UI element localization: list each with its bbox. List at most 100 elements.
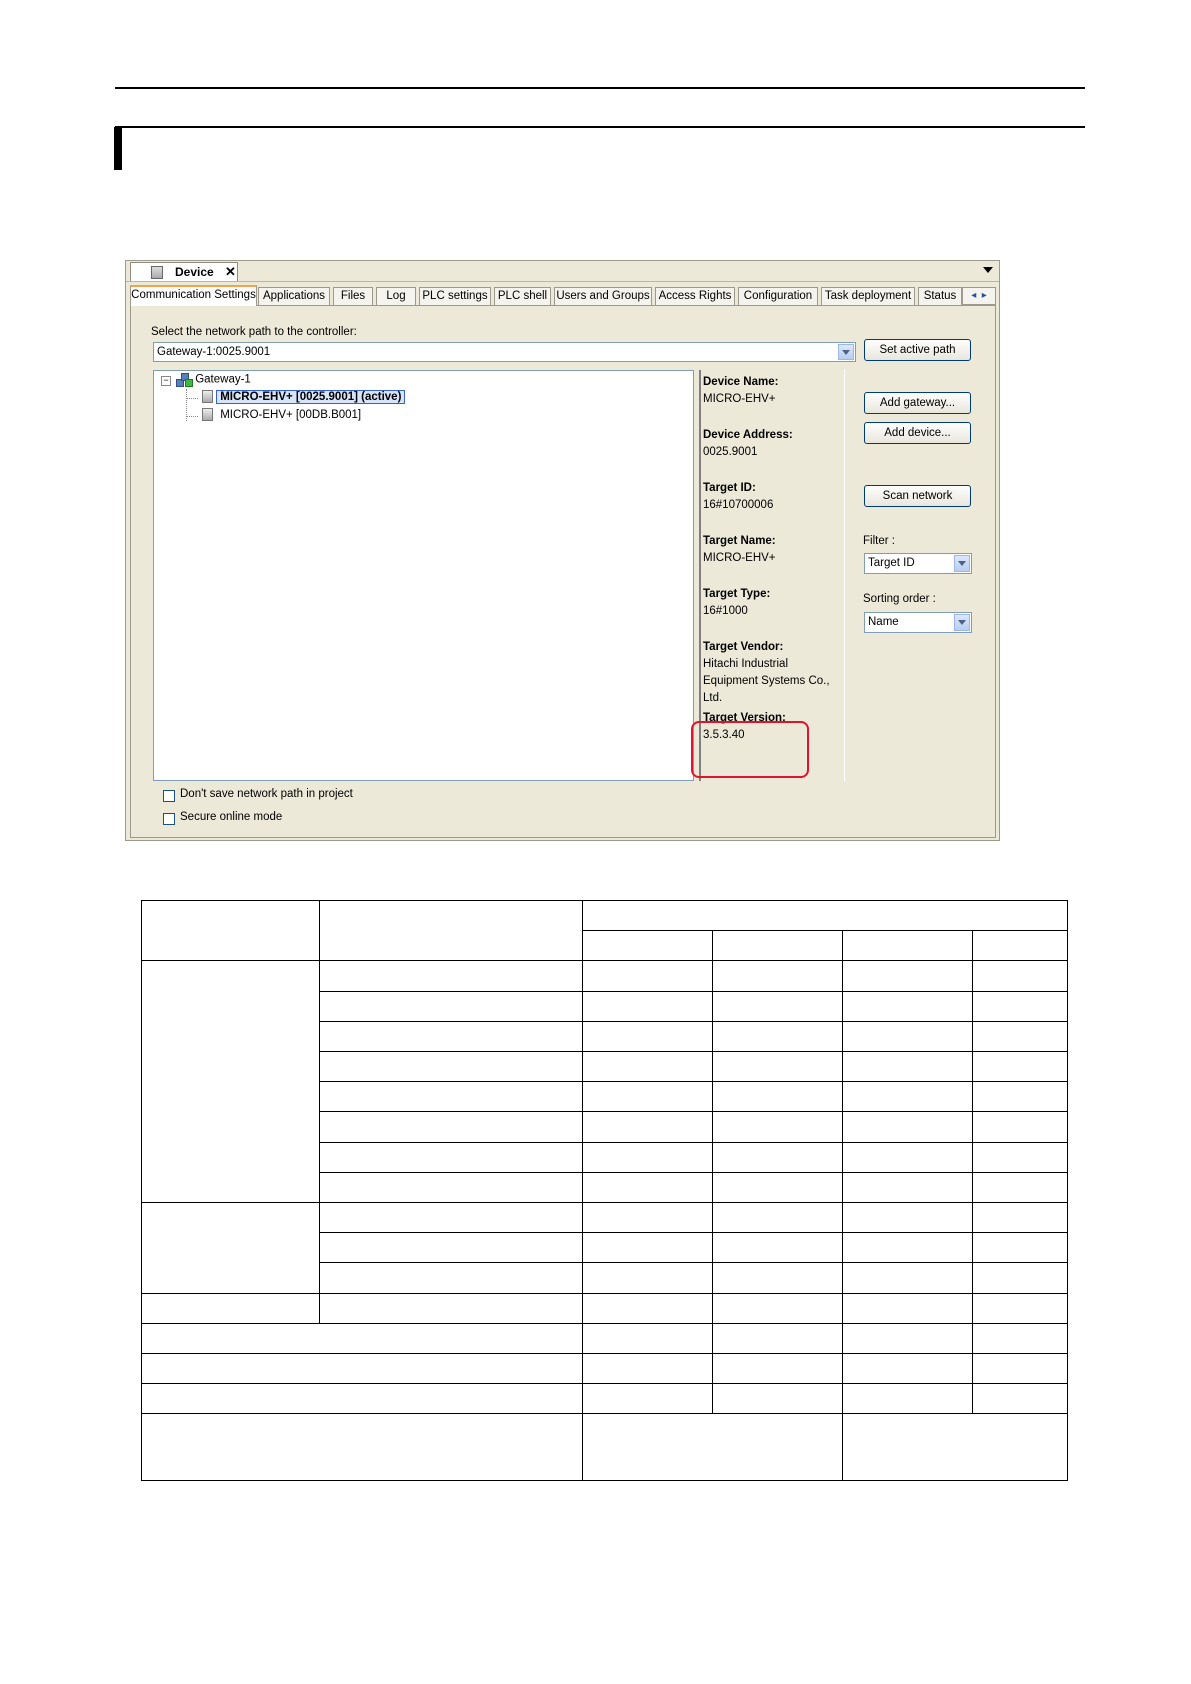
table-cell [972, 1020, 1068, 1053]
table-cell [842, 1292, 973, 1324]
chevron-down-icon[interactable] [954, 614, 970, 631]
tab-plc-settings[interactable]: PLC settings [419, 287, 491, 305]
table-cell [582, 1232, 713, 1264]
table-cell [972, 1171, 1068, 1204]
device-icon [202, 408, 213, 421]
table-cell [712, 930, 843, 962]
table-cell [582, 1051, 713, 1083]
table-cell [972, 1353, 1068, 1385]
collapse-icon[interactable]: − [161, 376, 171, 386]
table-cell [319, 990, 583, 1022]
table-cell [842, 1202, 973, 1234]
table-cell [712, 990, 843, 1022]
table-cell [319, 960, 583, 992]
add-device-button[interactable]: Add device... [864, 422, 971, 444]
set-active-path-button[interactable]: Set active path [864, 339, 971, 361]
table-cell [972, 1081, 1068, 1113]
table-cell [972, 1322, 1068, 1355]
chevron-left-icon[interactable]: ◂ [971, 290, 976, 301]
dont-save-checkbox[interactable] [163, 790, 175, 802]
table-cell [319, 1141, 583, 1173]
tree-node-gateway[interactable]: Gateway-1 [176, 373, 251, 387]
sorting-order-select[interactable]: Name [864, 612, 972, 633]
close-icon[interactable]: ✕ [225, 264, 236, 280]
table-cell [582, 990, 713, 1022]
table-cell [141, 1413, 583, 1481]
table-cell [712, 1081, 843, 1113]
table-cell [582, 1353, 713, 1385]
device-name-value: MICRO-EHV+ [703, 393, 776, 405]
network-path-value: Gateway-1:0025.9001 [157, 346, 271, 358]
chevron-down-icon[interactable] [838, 344, 854, 360]
table-cell [319, 1051, 583, 1083]
device-window: Device ✕ Communication Settings Applicat… [125, 260, 1000, 841]
table-cell [712, 1232, 843, 1264]
filter-select[interactable]: Target ID [864, 553, 972, 574]
tree-node-device-active[interactable]: MICRO-EHV+ [0025.9001] (active) [202, 389, 406, 404]
table-cell [712, 1141, 843, 1173]
tab-configuration[interactable]: Configuration [738, 287, 818, 305]
filter-label: Filter : [863, 535, 895, 547]
table-cell [582, 1202, 713, 1234]
secure-online-checkbox[interactable] [163, 813, 175, 825]
table-cell [319, 1202, 583, 1234]
table-cell [141, 1322, 583, 1355]
table-cell [972, 1232, 1068, 1264]
tree-line [186, 416, 198, 417]
table-cell [319, 1020, 583, 1053]
table-cell [972, 1141, 1068, 1173]
table-cell [319, 1232, 583, 1264]
tree-node-label: MICRO-EHV+ [00DB.B001] [220, 408, 362, 421]
tab-task-deployment[interactable]: Task deployment [821, 287, 915, 305]
table-cell [842, 990, 973, 1022]
table-cell [712, 960, 843, 992]
table-cell [842, 1020, 973, 1053]
add-gateway-button[interactable]: Add gateway... [864, 392, 971, 414]
chevron-right-icon[interactable]: ▸ [982, 290, 987, 301]
tab-communication-settings[interactable]: Communication Settings [130, 285, 257, 306]
scan-network-button[interactable]: Scan network [864, 485, 971, 507]
tab-status[interactable]: Status [918, 287, 962, 305]
tree-line [186, 398, 198, 399]
network-path-select[interactable]: Gateway-1:0025.9001 [153, 342, 856, 362]
device-tree[interactable]: − Gateway-1 MICRO-EHV+ [0025.9001] (acti… [153, 370, 694, 781]
tab-files[interactable]: Files [333, 287, 373, 305]
table-cell [842, 1171, 973, 1204]
tab-plc-shell[interactable]: PLC shell [494, 287, 551, 305]
spec-table [141, 899, 1068, 1481]
table-cell [141, 960, 320, 1204]
tab-access-rights[interactable]: Access Rights [655, 287, 735, 305]
table-cell [842, 1383, 973, 1415]
tab-scroll-arrows[interactable]: ◂ ▸ [962, 287, 996, 305]
table-cell [712, 1202, 843, 1234]
table-cell [582, 1262, 713, 1294]
table-row [141, 1353, 1068, 1385]
table-cell [582, 1383, 713, 1415]
table-cell [712, 1171, 843, 1204]
tab-applications[interactable]: Applications [258, 287, 330, 305]
table-cell [582, 960, 713, 992]
table-cell [842, 1322, 973, 1355]
table-cell [582, 1171, 713, 1204]
chevron-down-icon[interactable] [983, 267, 993, 273]
table-cell [842, 1111, 973, 1143]
table-cell [972, 1292, 1068, 1324]
table-cell [141, 899, 320, 962]
table-cell [319, 1292, 583, 1324]
table-cell [842, 1051, 973, 1083]
doc-tab-device[interactable]: Device ✕ [130, 262, 238, 281]
table-cell [319, 1111, 583, 1143]
table-cell [972, 1111, 1068, 1143]
table-cell [319, 1081, 583, 1113]
tree-node-device[interactable]: MICRO-EHV+ [00DB.B001] [202, 408, 361, 421]
target-vendor-value: Hitachi Industrial Equipment Systems Co.… [703, 658, 830, 704]
table-cell [972, 1262, 1068, 1294]
table-cell [972, 960, 1068, 992]
tab-log[interactable]: Log [376, 287, 416, 305]
table-cell [842, 930, 973, 962]
tab-users-and-groups[interactable]: Users and Groups [554, 287, 652, 305]
target-type-label: Target Type: [703, 588, 771, 600]
gateway-icon [176, 373, 193, 387]
chevron-down-icon[interactable] [954, 555, 970, 572]
table-cell [972, 990, 1068, 1022]
